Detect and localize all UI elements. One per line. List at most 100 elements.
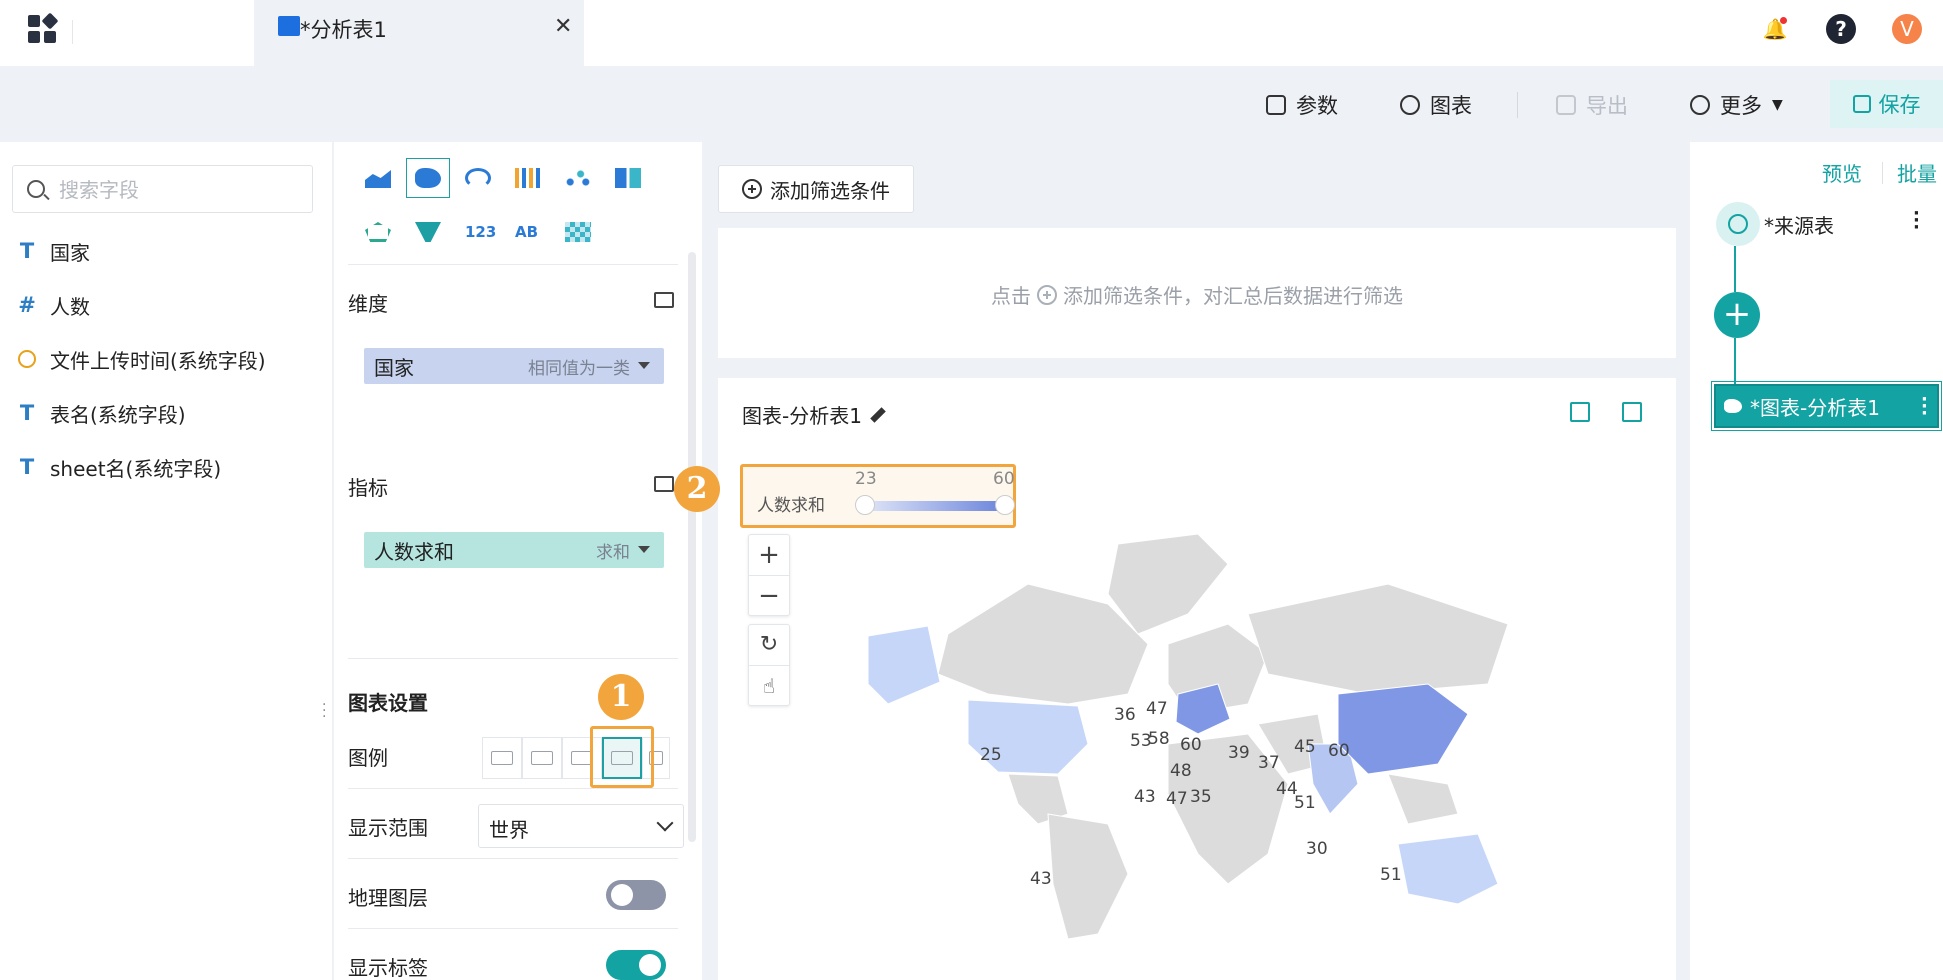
world-map[interactable]: 2536 475358 604843 47 3539 3745 604451305143: [868, 524, 1528, 944]
field-item-table-name[interactable]: T 表名(系统字段): [14, 397, 186, 429]
main-area: 添加筛选条件 点击 添加筛选条件，对汇总后数据进行筛选 图表-分析表1 人数求和…: [704, 142, 1690, 980]
fields-panel: T 国家 # 人数 文件上传时间(系统字段) T 表名(系统字段) T shee…: [0, 142, 332, 980]
map-region-alaska: [868, 625, 941, 705]
field-item-upload-time[interactable]: 文件上传时间(系统字段): [14, 343, 266, 375]
add-filter-button[interactable]: 添加筛选条件: [718, 165, 914, 213]
config-panel: 123 AB 维度 国家 相同值为一类 指标 人数求和 求和 图表设置 图例 显…: [334, 142, 702, 980]
text-field-icon: T: [19, 455, 35, 479]
visual-map-track[interactable]: [865, 501, 1005, 511]
tab-label: *分析表1: [300, 18, 387, 42]
chevron-down-icon: [656, 814, 674, 832]
more-icon: [1690, 95, 1710, 115]
visual-map-min: 23: [855, 469, 877, 489]
map-value-label: 43: [1134, 787, 1156, 807]
sort-icon[interactable]: [1570, 402, 1590, 422]
preview-link[interactable]: 预览: [1822, 158, 1862, 187]
visual-map-max-handle[interactable]: [995, 495, 1015, 515]
divider: [348, 928, 678, 929]
more-vertical-icon[interactable]: · · ·: [1921, 391, 1928, 423]
visual-map-min-handle[interactable]: [855, 495, 875, 515]
add-chart-button[interactable]: 图表: [1400, 88, 1472, 122]
bar-chart-icon[interactable]: [506, 158, 550, 198]
geo-layer-toggle[interactable]: [606, 880, 666, 910]
batch-link[interactable]: 批量: [1897, 158, 1937, 187]
map-region-china: [1337, 683, 1469, 775]
map-region-southeast-asia: [1387, 773, 1459, 825]
field-item-sheet-name[interactable]: T sheet名(系统字段): [14, 451, 221, 483]
treemap-chart-icon[interactable]: [606, 158, 650, 198]
source-node-label[interactable]: *来源表: [1764, 210, 1834, 239]
text-field-icon: T: [19, 401, 35, 425]
field-label: 人数: [50, 294, 90, 319]
funnel-chart-icon[interactable]: [406, 212, 450, 252]
metric-drop-area[interactable]: 人数求和 求和: [348, 516, 678, 636]
heatmap-chart-icon[interactable]: [556, 212, 600, 252]
legend-left-option[interactable]: [522, 737, 562, 779]
config-scrollbar[interactable]: [688, 252, 696, 842]
map-value-label: 60: [1328, 741, 1350, 761]
chart-node[interactable]: *图表-分析表1 · · ·: [1711, 381, 1942, 431]
map-value-label: 51: [1294, 793, 1316, 813]
text-field-icon: T: [19, 239, 35, 263]
map-value-label: 39: [1228, 743, 1250, 763]
tab-analysis[interactable]: *分析表1 ✕: [254, 0, 584, 66]
gauge-chart-icon[interactable]: [456, 158, 500, 198]
legend-none-option[interactable]: [482, 737, 522, 779]
word-cloud-icon[interactable]: AB: [506, 212, 550, 252]
search-input[interactable]: [59, 176, 299, 204]
more-button[interactable]: 更多 ▼: [1690, 88, 1783, 122]
number-field-icon: #: [18, 293, 36, 317]
resize-handle[interactable]: · · ·: [322, 698, 326, 724]
map-region-russia: [1247, 583, 1509, 695]
zoom-out-icon[interactable]: −: [749, 575, 789, 615]
caret-down-icon[interactable]: [638, 362, 650, 369]
chart-title-text: 图表-分析表1: [742, 404, 862, 428]
bell-icon[interactable]: 🔔: [1760, 14, 1790, 44]
caret-down-icon[interactable]: [638, 546, 650, 553]
export-icon: [1556, 95, 1576, 115]
map-region-greenland: [1107, 533, 1229, 635]
reset-icon[interactable]: ↻: [749, 625, 789, 665]
close-icon[interactable]: ✕: [554, 14, 572, 39]
scatter-chart-icon[interactable]: [556, 158, 600, 198]
area-chart-icon[interactable]: [356, 158, 400, 198]
dimension-settings-icon[interactable]: [654, 292, 674, 308]
dimension-pill-label: 国家: [374, 355, 414, 380]
flow-connector: [1734, 338, 1736, 384]
dimension-drop-area[interactable]: 国家 相同值为一类: [348, 332, 678, 472]
map-chart-icon[interactable]: [406, 158, 450, 198]
avatar[interactable]: V: [1892, 14, 1922, 44]
metric-pill[interactable]: 人数求和 求和: [364, 532, 664, 568]
field-label: 国家: [50, 240, 90, 265]
field-item-count[interactable]: # 人数: [14, 289, 90, 321]
params-button[interactable]: 参数: [1266, 88, 1338, 122]
save-button[interactable]: 保存: [1830, 80, 1943, 128]
visual-map-label: 人数求和: [757, 496, 825, 516]
map-value-label: 60: [1180, 735, 1202, 755]
field-label: 文件上传时间(系统字段): [50, 348, 266, 373]
fullscreen-icon[interactable]: [1622, 402, 1642, 422]
save-label: 保存: [1878, 93, 1921, 117]
range-select[interactable]: 世界: [478, 804, 684, 848]
kpi-number-icon[interactable]: 123: [456, 212, 500, 252]
zoom-in-icon[interactable]: +: [749, 535, 789, 575]
add-node-button[interactable]: +: [1714, 292, 1760, 338]
field-item-country[interactable]: T 国家: [14, 235, 90, 267]
more-vertical-icon[interactable]: · · ·: [1913, 205, 1920, 237]
export-button[interactable]: 导出: [1556, 88, 1628, 122]
dimension-pill[interactable]: 国家 相同值为一类: [364, 348, 664, 384]
filter-hint: 点击 添加筛选条件，对汇总后数据进行筛选: [718, 280, 1676, 309]
add-filter-label: 添加筛选条件: [770, 178, 890, 203]
radar-chart-icon[interactable]: [356, 212, 400, 252]
field-search[interactable]: [12, 165, 313, 213]
metric-settings-icon[interactable]: [654, 476, 674, 492]
show-labels-toggle[interactable]: [606, 950, 666, 980]
field-label: 表名(系统字段): [50, 402, 186, 427]
app-grid-icon[interactable]: [28, 12, 59, 45]
help-icon[interactable]: ?: [1826, 14, 1856, 44]
chart-tab-icon: [278, 16, 300, 36]
zoom-controls: + −: [748, 534, 790, 616]
edit-icon[interactable]: [872, 406, 890, 424]
pointer-icon[interactable]: ☝: [749, 665, 789, 705]
chart-card: 图表-分析表1 人数求和 23 60 + − ↻ ☝ 25 36 47 53 5…: [718, 378, 1676, 980]
